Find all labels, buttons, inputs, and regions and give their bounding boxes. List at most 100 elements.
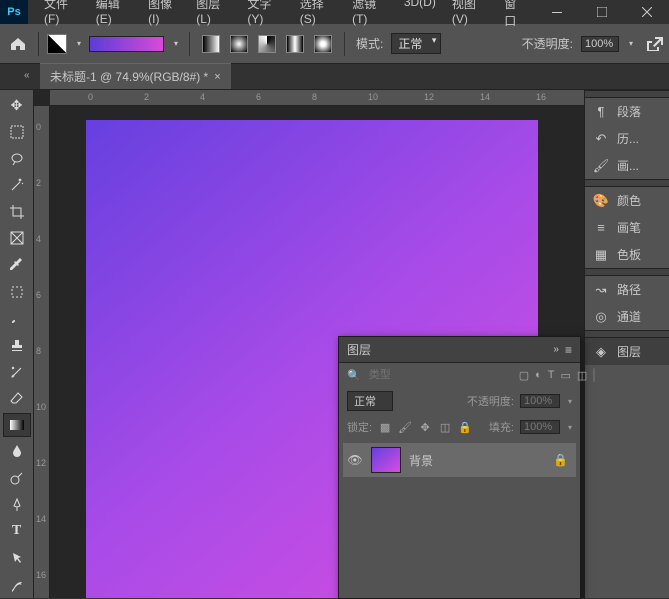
mode-select[interactable]: 正常 xyxy=(391,33,441,54)
panel-brush[interactable]: ≡画笔 xyxy=(585,214,669,241)
blend-mode-select[interactable]: 正常 xyxy=(347,391,393,411)
panel-paragraph[interactable]: ¶ 段落 xyxy=(585,98,669,125)
move-tool[interactable]: ✥ xyxy=(3,93,31,118)
menu-3d[interactable]: 3D(D) xyxy=(396,0,444,33)
lock-transparent-icon[interactable]: ▩ xyxy=(378,420,392,434)
layer-row[interactable]: 👁 背景 🔒 xyxy=(343,443,576,477)
menu-edit[interactable]: 编辑(E) xyxy=(88,0,140,33)
fill-dropdown-icon[interactable]: ▾ xyxy=(568,423,572,432)
visibility-icon[interactable]: 👁 xyxy=(347,453,363,467)
layer-filter-input[interactable] xyxy=(367,367,513,383)
panel-label: 历... xyxy=(617,130,639,147)
ruler-tick: 16 xyxy=(536,92,546,102)
filter-shape-icon[interactable]: ▭ xyxy=(561,368,571,382)
frame-tool[interactable] xyxy=(3,226,31,251)
ruler-tick: 0 xyxy=(36,122,41,132)
filter-image-icon[interactable]: ▢ xyxy=(519,368,529,382)
lock-artboard-icon[interactable]: ◫ xyxy=(438,420,452,434)
menu-filter[interactable]: 滤镜(T) xyxy=(344,0,396,33)
dodge-tool[interactable] xyxy=(3,466,31,491)
panel-color[interactable]: 🎨颜色 xyxy=(585,187,669,214)
menu-file[interactable]: 文件(F) xyxy=(36,0,88,33)
crop-tool[interactable] xyxy=(3,200,31,225)
filter-adjust-icon[interactable]: ◐ xyxy=(535,368,542,382)
eraser-tool[interactable] xyxy=(3,386,31,411)
gradient-linear-icon[interactable] xyxy=(202,35,220,53)
close-button[interactable] xyxy=(624,0,669,24)
fill-label: 填充: xyxy=(489,419,514,435)
opacity-value[interactable]: 100% xyxy=(581,36,619,52)
home-button[interactable] xyxy=(6,32,30,56)
document-tab[interactable]: 未标题-1 @ 74.9%(RGB/8#) * × xyxy=(40,63,231,89)
eyedropper-tool[interactable] xyxy=(3,253,31,278)
filter-toggle-icon[interactable] xyxy=(593,368,595,382)
lasso-tool[interactable] xyxy=(3,146,31,171)
menu-select[interactable]: 选择(S) xyxy=(292,0,344,33)
ruler-tick: 10 xyxy=(368,92,378,102)
layer-opacity-value[interactable]: 100% xyxy=(520,394,560,408)
stamp-tool[interactable] xyxy=(3,333,31,358)
horizontal-ruler: 0 2 4 6 8 10 12 14 16 xyxy=(50,90,584,106)
tab-close-icon[interactable]: × xyxy=(214,71,220,83)
panel-paths[interactable]: ↝路径 xyxy=(585,276,669,303)
ruler-tick: 10 xyxy=(36,402,46,412)
menu-layer[interactable]: 图层(L) xyxy=(188,0,239,33)
panel-history[interactable]: ↶历... xyxy=(585,125,669,152)
swatches-icon: ▦ xyxy=(593,247,609,263)
pen-tool[interactable] xyxy=(3,492,31,517)
document-tab-title: 未标题-1 @ 74.9%(RGB/8#) * xyxy=(50,68,208,85)
layer-lock-icon[interactable]: 🔒 xyxy=(553,453,572,467)
text-tool[interactable]: T xyxy=(3,519,31,544)
paragraph-icon: ¶ xyxy=(593,104,609,120)
gradient-tool[interactable] xyxy=(3,413,31,438)
swatch-dropdown-icon[interactable]: ▾ xyxy=(77,39,81,48)
panel-label: 段落 xyxy=(617,103,641,120)
fg-bg-swatch[interactable] xyxy=(47,34,67,54)
blur-tool[interactable] xyxy=(3,439,31,464)
share-icon[interactable] xyxy=(647,37,663,51)
ruler-tick: 4 xyxy=(200,92,205,102)
panel-channels[interactable]: ◎通道 xyxy=(585,303,669,330)
layer-blend-row: 正常 不透明度: 100% ▾ xyxy=(339,387,580,415)
patch-tool[interactable] xyxy=(3,279,31,304)
layer-opacity-dropdown-icon[interactable]: ▾ xyxy=(568,397,572,406)
shape-tool[interactable] xyxy=(3,572,31,597)
lock-paint-icon[interactable]: 🖌 xyxy=(398,420,412,434)
history-brush-tool[interactable] xyxy=(3,359,31,384)
layers-panel-header[interactable]: 图层 » ≡ xyxy=(339,337,580,363)
ruler-tick: 0 xyxy=(88,92,93,102)
panel-menu-icon[interactable]: ≡ xyxy=(565,343,572,357)
gradient-preview[interactable] xyxy=(89,36,164,52)
gradient-angle-icon[interactable] xyxy=(258,35,276,53)
maximize-button[interactable] xyxy=(579,0,624,24)
filter-text-icon[interactable]: T xyxy=(548,368,555,382)
ruler-tick: 4 xyxy=(36,234,41,244)
gradient-dropdown-icon[interactable]: ▾ xyxy=(174,39,178,48)
opacity-dropdown-icon[interactable]: ▾ xyxy=(629,39,633,48)
ruler-tick: 6 xyxy=(256,92,261,102)
menu-view[interactable]: 视图(V) xyxy=(444,0,496,33)
menu-image[interactable]: 图像(I) xyxy=(140,0,188,33)
path-select-tool[interactable] xyxy=(3,546,31,571)
minimize-button[interactable] xyxy=(534,0,579,24)
brush-tool[interactable] xyxy=(3,306,31,331)
magic-wand-tool[interactable] xyxy=(3,173,31,198)
panel-brushes[interactable]: 🖌画... xyxy=(585,152,669,179)
marquee-tool[interactable] xyxy=(3,120,31,145)
channels-icon: ◎ xyxy=(593,309,609,325)
panel-expand-icon[interactable]: » xyxy=(553,344,559,355)
lock-all-icon[interactable]: 🔒 xyxy=(458,420,472,434)
lock-position-icon[interactable]: ✥ xyxy=(418,420,432,434)
collapse-tools-icon[interactable]: « xyxy=(24,70,30,81)
panel-swatches[interactable]: ▦色板 xyxy=(585,241,669,268)
filter-smart-icon[interactable]: ◫ xyxy=(577,368,587,382)
gradient-radial-icon[interactable] xyxy=(230,35,248,53)
panel-layers[interactable]: ◈图层 xyxy=(585,338,669,365)
menu-type[interactable]: 文字(Y) xyxy=(239,0,291,33)
layer-thumbnail[interactable] xyxy=(371,447,401,473)
menu-window[interactable]: 窗口 xyxy=(496,0,534,33)
gradient-reflected-icon[interactable] xyxy=(286,35,304,53)
gradient-diamond-icon[interactable] xyxy=(314,35,332,53)
fill-value[interactable]: 100% xyxy=(520,420,560,434)
layer-name[interactable]: 背景 xyxy=(409,452,433,469)
